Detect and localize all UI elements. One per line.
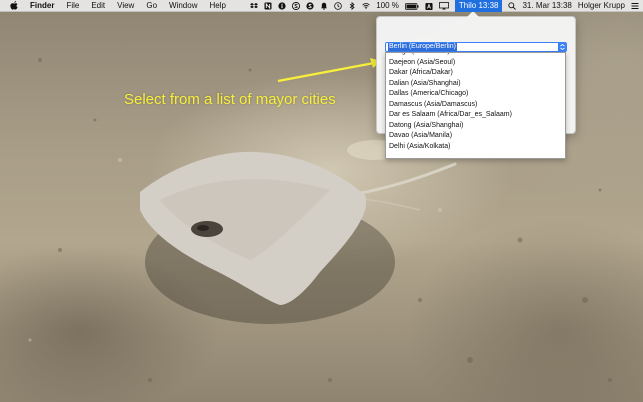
menu-bar-status-area: 100 % Thilo 13:38 31. Mar 13:38 Holger K… — [244, 0, 639, 12]
menu-go[interactable]: Go — [146, 0, 157, 12]
chevron-down-icon[interactable] — [558, 43, 566, 51]
menu-help[interactable]: Help — [209, 0, 225, 12]
menu-finder[interactable]: Finder — [30, 0, 54, 12]
battery-icon[interactable] — [404, 2, 419, 10]
s-icon[interactable] — [292, 2, 301, 10]
city-list-item[interactable]: Delhi (Asia/Kolkata) — [386, 142, 565, 153]
city-list-item[interactable]: Dalian (Asia/Shanghai) — [386, 79, 565, 90]
city-list-item[interactable]: Dar es Salaam (Africa/Dar_es_Salaam) — [386, 110, 565, 121]
menu-file[interactable]: File — [66, 0, 79, 12]
bluetooth-icon[interactable] — [348, 2, 356, 10]
city-list-item[interactable]: Daejeon (Asia/Seoul) — [386, 58, 565, 69]
annotation-arrow-icon — [277, 58, 382, 83]
keyboard-a-icon[interactable] — [425, 2, 433, 10]
city-list-scroller: Daegu (Asia/Seoul)Daejeon (Asia/Seoul)Da… — [386, 53, 565, 153]
info-icon[interactable] — [278, 2, 286, 10]
time-machine-icon[interactable] — [334, 2, 343, 10]
bell-icon[interactable] — [320, 2, 328, 10]
wifi-icon[interactable] — [362, 2, 370, 10]
apple-icon[interactable] — [10, 0, 20, 12]
n-icon[interactable] — [264, 2, 272, 10]
search-icon[interactable] — [508, 2, 517, 10]
city-list-item[interactable]: Dakar (Africa/Dakar) — [386, 68, 565, 79]
annotation-caption: Select from a list of mayor cities — [124, 91, 336, 108]
dropbox-icon[interactable] — [250, 2, 259, 10]
menubar-user-name[interactable]: Holger Krupp — [578, 0, 625, 12]
menu-bar: Finder File Edit View Go Window Help 100… — [0, 0, 643, 12]
city-list-item[interactable]: Damascus (Asia/Damascus) — [386, 100, 565, 111]
menu-view[interactable]: View — [117, 0, 134, 12]
menu-edit[interactable]: Edit — [91, 0, 105, 12]
city-list-item[interactable]: Dallas (America/Chicago) — [386, 89, 565, 100]
city-select[interactable]: Berlin (Europe/Berlin) — [385, 42, 567, 52]
list-icon[interactable] — [631, 2, 639, 10]
skype-icon[interactable] — [306, 2, 314, 10]
city-list-item[interactable]: Davao (Asia/Manila) — [386, 131, 565, 142]
menubar-date-time[interactable]: 31. Mar 13:38 — [522, 0, 571, 12]
city-dropdown-list[interactable]: Daegu (Asia/Seoul)Daejeon (Asia/Seoul)Da… — [385, 52, 566, 159]
battery-percent: 100 % — [376, 1, 399, 10]
city-list-item[interactable]: Datong (Asia/Shanghai) — [386, 121, 565, 132]
city-select-value: Berlin (Europe/Berlin) — [388, 43, 457, 51]
menu-window[interactable]: Window — [169, 0, 197, 12]
display-icon[interactable] — [438, 2, 449, 10]
thilo-clock-button[interactable]: Thilo 13:38 — [454, 0, 503, 12]
